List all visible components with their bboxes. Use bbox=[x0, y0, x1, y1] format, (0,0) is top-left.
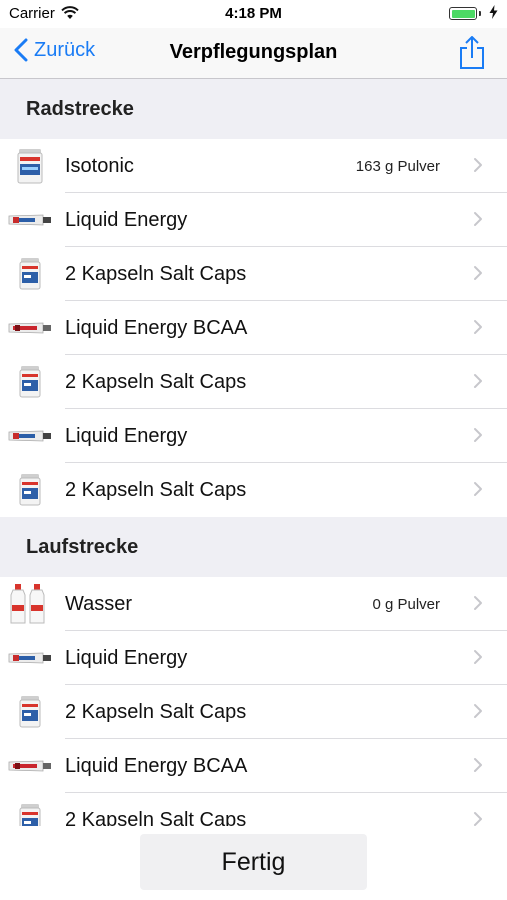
capsule-can-icon bbox=[0, 463, 60, 517]
battery-icon bbox=[449, 7, 477, 20]
back-button-label: Zurück bbox=[34, 38, 96, 61]
chevron-right-icon bbox=[473, 211, 483, 232]
list-item[interactable]: 2 Kapseln Salt Caps bbox=[0, 247, 507, 301]
chevron-right-icon bbox=[473, 757, 483, 778]
list-item-label: Liquid Energy bbox=[65, 425, 188, 447]
chevron-right-icon bbox=[473, 427, 483, 448]
list-item[interactable]: Wasser 0 g Pulver bbox=[0, 577, 507, 631]
capsule-can-icon bbox=[0, 247, 60, 301]
chevron-right-icon bbox=[473, 481, 483, 502]
list-item-label: Liquid Energy BCAA bbox=[65, 755, 248, 777]
gel-tube-blue-icon bbox=[0, 193, 60, 247]
nutrition-plan-list[interactable]: Radstrecke Isotonic 163 g Pulver Liquid Ene… bbox=[0, 79, 507, 826]
water-bottles-icon bbox=[0, 577, 60, 631]
list-item[interactable]: Liquid Energy BCAA bbox=[0, 739, 507, 793]
gel-tube-blue-icon bbox=[0, 631, 60, 685]
gel-tube-red-icon bbox=[0, 739, 60, 793]
list-item[interactable]: Isotonic 163 g Pulver bbox=[0, 139, 507, 193]
list-item-label: 2 Kapseln Salt Caps bbox=[65, 479, 247, 501]
list-item-label: 2 Kapseln Salt Caps bbox=[65, 809, 247, 826]
capsule-can-icon bbox=[0, 685, 60, 739]
list-item-detail: 163 g Pulver bbox=[355, 158, 440, 175]
status-bar: Carrier 4:18 PM bbox=[0, 0, 507, 28]
chevron-right-icon bbox=[473, 265, 483, 286]
list-item[interactable]: Liquid Energy bbox=[0, 631, 507, 685]
list-item-label: Liquid Energy bbox=[65, 209, 188, 231]
done-button[interactable]: Fertig bbox=[140, 834, 367, 890]
list-item-label: Wasser bbox=[65, 593, 133, 615]
list-item[interactable]: Liquid Energy bbox=[0, 409, 507, 463]
gel-tube-blue-icon bbox=[0, 409, 60, 463]
back-button[interactable]: Zurück bbox=[14, 38, 95, 62]
list-item[interactable]: 2 Kapseln Salt Caps bbox=[0, 355, 507, 409]
section-header: Laufstrecke bbox=[0, 517, 507, 577]
share-button[interactable] bbox=[459, 35, 485, 75]
bottom-bar: Fertig bbox=[0, 826, 507, 900]
list-item[interactable]: Liquid Energy bbox=[0, 193, 507, 247]
charging-bolt-icon bbox=[489, 5, 498, 24]
section-header: Radstrecke bbox=[0, 79, 507, 139]
list-item[interactable]: 2 Kapseln Salt Caps bbox=[0, 463, 507, 517]
share-icon bbox=[460, 35, 484, 69]
chevron-right-icon bbox=[473, 703, 483, 724]
gel-tube-red-icon bbox=[0, 301, 60, 355]
list-item[interactable]: 2 Kapseln Salt Caps bbox=[0, 685, 507, 739]
capsule-can-icon bbox=[0, 355, 60, 409]
chevron-right-icon bbox=[473, 319, 483, 340]
capsule-can-icon bbox=[0, 793, 60, 826]
powder-can-icon bbox=[0, 139, 60, 193]
navigation-bar: Zurück Verpflegungsplan bbox=[0, 28, 507, 79]
list-item-label: 2 Kapseln Salt Caps bbox=[65, 371, 247, 393]
chevron-right-icon bbox=[473, 649, 483, 670]
chevron-left-icon bbox=[14, 38, 28, 62]
list-item[interactable]: 2 Kapseln Salt Caps bbox=[0, 793, 507, 826]
chevron-right-icon bbox=[473, 373, 483, 394]
clock: 4:18 PM bbox=[225, 5, 282, 22]
chevron-right-icon bbox=[473, 595, 483, 616]
list-item-detail: 0 g Pulver bbox=[372, 596, 440, 613]
chevron-right-icon bbox=[473, 811, 483, 826]
list-item-label: Liquid Energy BCAA bbox=[65, 317, 248, 339]
list-item-label: Liquid Energy bbox=[65, 647, 188, 669]
list-item-label: 2 Kapseln Salt Caps bbox=[65, 701, 247, 723]
list-item-label: Isotonic bbox=[65, 155, 134, 177]
list-item-label: 2 Kapseln Salt Caps bbox=[65, 263, 247, 285]
chevron-right-icon bbox=[473, 157, 483, 178]
list-item[interactable]: Liquid Energy BCAA bbox=[0, 301, 507, 355]
battery-tip bbox=[479, 11, 481, 16]
